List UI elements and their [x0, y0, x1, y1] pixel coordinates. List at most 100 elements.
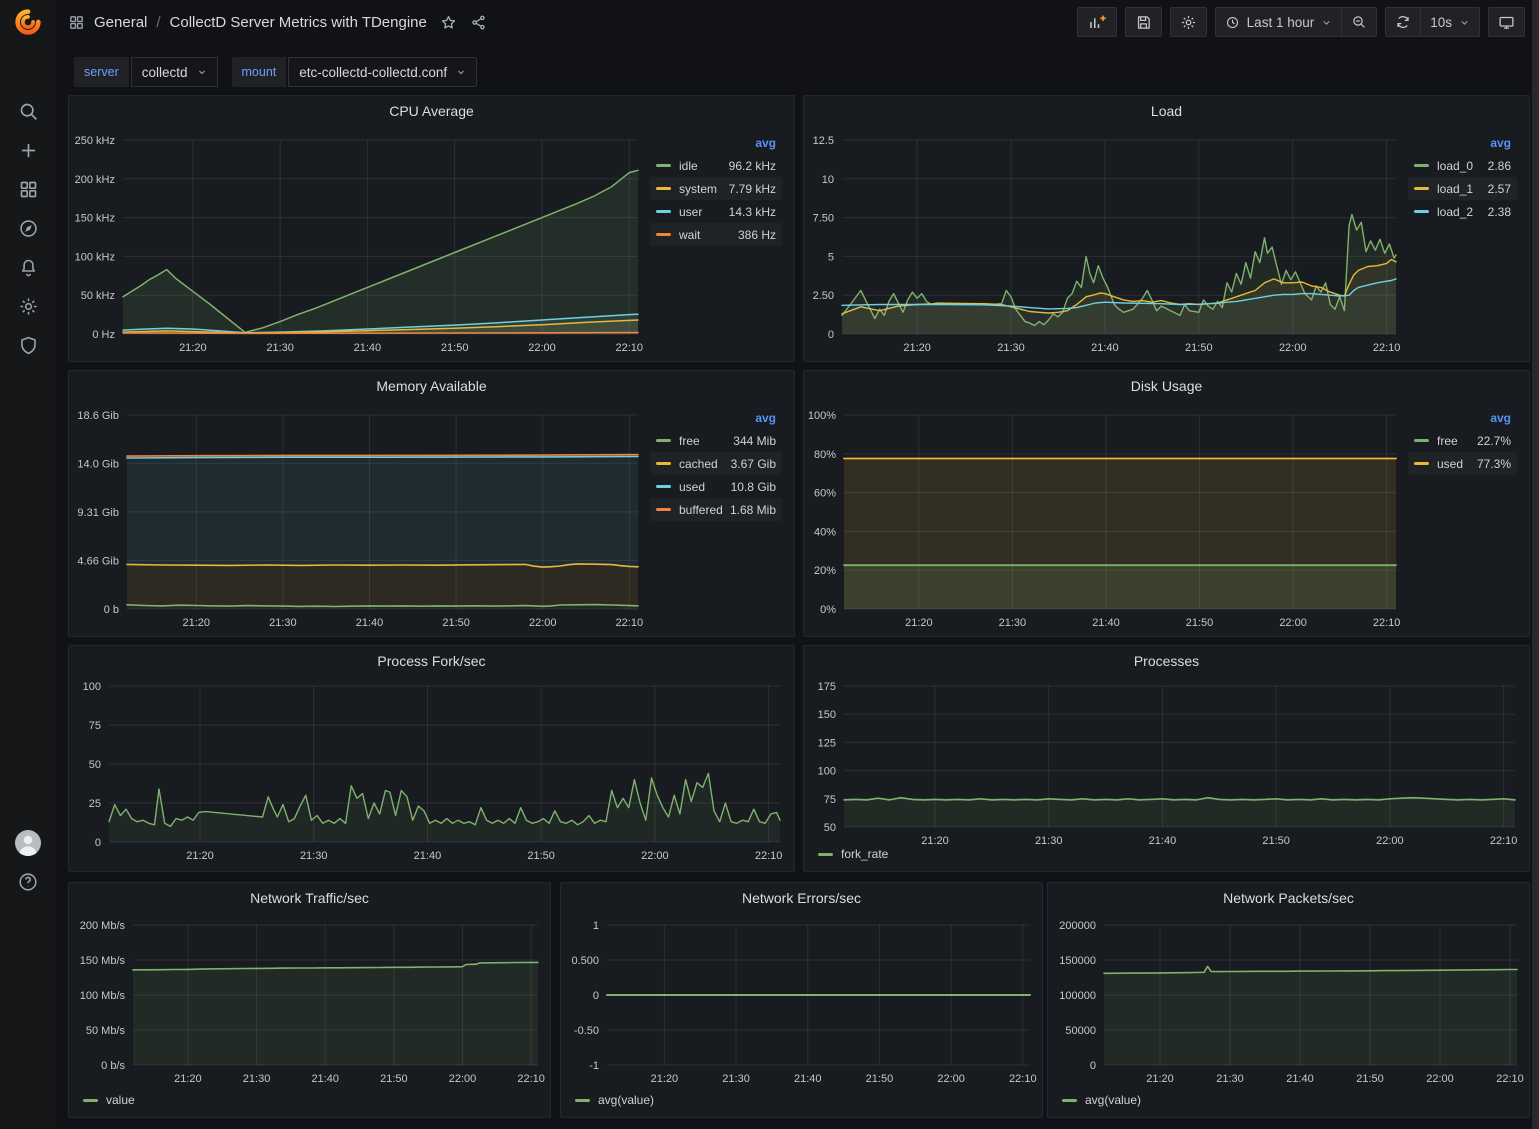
grafana-flame-icon: [13, 7, 43, 37]
share-button[interactable]: [470, 14, 487, 31]
avatar[interactable]: [0, 830, 56, 856]
panel-load: Load02.5057.501012.521:2021:3021:4021:50…: [803, 95, 1530, 362]
legend-item-fork_rate[interactable]: fork_rate: [818, 845, 888, 863]
sidebar-item-configuration[interactable]: [0, 287, 56, 326]
time-range-picker[interactable]: Last 1 hour: [1215, 7, 1343, 37]
sidebar-item-dashboards[interactable]: [0, 170, 56, 209]
chevron-down-icon: [1459, 17, 1470, 28]
svg-text:22:00: 22:00: [1279, 342, 1307, 354]
legend-item-free[interactable]: free22.7%: [1408, 429, 1517, 452]
svg-text:100000: 100000: [1059, 990, 1096, 1002]
grafana-logo-icon[interactable]: [0, 0, 56, 44]
legend-item-system[interactable]: system7.79 kHz: [650, 177, 782, 200]
panel-processes: Processes507510012515017521:2021:3021:40…: [803, 645, 1530, 872]
legend-header-avg[interactable]: avg: [1408, 132, 1517, 154]
save-dashboard-button[interactable]: [1125, 7, 1162, 37]
help-button[interactable]: [0, 869, 56, 895]
sidebar-item-alerting[interactable]: [0, 248, 56, 287]
svg-text:200000: 200000: [1059, 920, 1096, 932]
chevron-down-icon: [1321, 17, 1332, 28]
svg-text:80%: 80%: [814, 449, 836, 461]
svg-text:0 Hz: 0 Hz: [92, 329, 115, 341]
legend-item-load_1[interactable]: load_12.57: [1408, 177, 1517, 200]
svg-text:0: 0: [95, 837, 101, 849]
star-button[interactable]: [440, 14, 457, 31]
svg-text:125: 125: [818, 737, 836, 749]
svg-text:50 kHz: 50 kHz: [81, 290, 115, 302]
sidebar-item-server-admin[interactable]: [0, 326, 56, 365]
legend-series-value: 7.79 kHz: [729, 182, 776, 196]
legend-item-wait[interactable]: wait386 Hz: [650, 223, 782, 246]
svg-text:75: 75: [824, 794, 836, 806]
legend-item-free[interactable]: free344 Mib: [650, 429, 782, 452]
kiosk-mode-button[interactable]: [1488, 7, 1525, 37]
variable-server-select[interactable]: collectd: [131, 57, 218, 87]
svg-text:100: 100: [818, 766, 836, 778]
svg-text:25: 25: [89, 798, 101, 810]
svg-text:21:50: 21:50: [1356, 1073, 1384, 1085]
legend-swatch-icon: [83, 1099, 98, 1102]
legend-item-used[interactable]: used77.3%: [1408, 452, 1517, 475]
refresh-button[interactable]: [1385, 7, 1421, 37]
sidebar-item-create[interactable]: [0, 131, 56, 170]
svg-text:21:40: 21:40: [354, 342, 382, 354]
refresh-interval-picker[interactable]: 10s: [1421, 7, 1480, 37]
dashboard-settings-button[interactable]: [1170, 7, 1207, 37]
sidebar-bottom: [0, 830, 56, 895]
legend-header-avg[interactable]: avg: [1408, 407, 1517, 429]
svg-text:21:50: 21:50: [441, 342, 469, 354]
search-minus-icon: [1351, 14, 1367, 30]
svg-text:21:30: 21:30: [722, 1073, 750, 1085]
svg-text:22:00: 22:00: [1279, 617, 1307, 629]
apps-grid-icon: [68, 14, 85, 31]
legend-item-avg(value)[interactable]: avg(value): [1062, 1091, 1141, 1109]
monitor-icon: [1498, 14, 1515, 31]
svg-text:-0.50: -0.50: [574, 1025, 599, 1037]
legend-header-avg[interactable]: avg: [650, 132, 782, 154]
legend-item-value[interactable]: value: [83, 1091, 135, 1109]
page-scrollbar[interactable]: [1532, 0, 1539, 1129]
sidebar-item-explore[interactable]: [0, 209, 56, 248]
fork-plot[interactable]: 025507510021:2021:3021:4021:5022:0022:10: [69, 646, 794, 871]
legend-swatch-icon: [656, 485, 671, 488]
svg-text:0 b: 0 b: [104, 604, 119, 616]
legend-item-buffered[interactable]: buffered1.68 Mib: [650, 498, 782, 521]
legend-item-load_2[interactable]: load_22.38: [1408, 200, 1517, 223]
legend-item-avg(value)[interactable]: avg(value): [575, 1091, 654, 1109]
legend-net_errors: avg(value): [575, 1091, 654, 1109]
legend-series-value: 2.57: [1488, 182, 1511, 196]
net_traffic-plot[interactable]: 0 b/s50 Mb/s100 Mb/s150 Mb/s200 Mb/s21:2…: [69, 883, 550, 1117]
net_errors-plot[interactable]: -1-0.5000.500121:2021:3021:4021:5022:002…: [561, 883, 1042, 1117]
panel-disk: Disk Usage0%20%40%60%80%100%21:2021:3021…: [803, 370, 1530, 637]
variable-mount-select[interactable]: etc-collectd-collectd.conf: [288, 57, 477, 87]
legend-header-avg[interactable]: avg: [650, 407, 782, 429]
svg-text:150: 150: [818, 709, 836, 721]
svg-text:21:20: 21:20: [174, 1073, 202, 1085]
svg-text:21:20: 21:20: [186, 850, 214, 862]
legend-item-idle[interactable]: idle96.2 kHz: [650, 154, 782, 177]
add-panel-button[interactable]: [1077, 7, 1117, 37]
processes-plot[interactable]: 507510012515017521:2021:3021:4021:5022:0…: [804, 646, 1529, 871]
net_packets-plot[interactable]: 05000010000015000020000021:2021:3021:402…: [1048, 883, 1529, 1117]
svg-text:18.6 Gib: 18.6 Gib: [77, 410, 119, 422]
sidebar-item-search[interactable]: [0, 92, 56, 131]
svg-text:21:20: 21:20: [651, 1073, 679, 1085]
legend-swatch-icon: [656, 210, 671, 213]
legend-item-user[interactable]: user14.3 kHz: [650, 200, 782, 223]
legend-items: free344 Mibcached3.67 Gibused10.8 Gibbuf…: [650, 429, 782, 521]
svg-text:21:30: 21:30: [1216, 1073, 1244, 1085]
svg-text:22:10: 22:10: [517, 1073, 545, 1085]
svg-text:200 Mb/s: 200 Mb/s: [80, 920, 126, 932]
legend-series-value: 386 Hz: [738, 228, 776, 242]
navbar-actions: Last 1 hour 10s: [1077, 7, 1525, 37]
legend-item-cached[interactable]: cached3.67 Gib: [650, 452, 782, 475]
legend-item-load_0[interactable]: load_02.86: [1408, 154, 1517, 177]
svg-text:4.66 Gib: 4.66 Gib: [77, 555, 119, 567]
legend-item-used[interactable]: used10.8 Gib: [650, 475, 782, 498]
svg-text:22:10: 22:10: [616, 342, 644, 354]
svg-text:22:10: 22:10: [1009, 1073, 1037, 1085]
svg-text:100: 100: [83, 681, 101, 693]
sync-icon: [1395, 14, 1411, 30]
breadcrumb-section[interactable]: General: [94, 14, 147, 31]
zoom-out-time-button[interactable]: [1342, 7, 1377, 37]
